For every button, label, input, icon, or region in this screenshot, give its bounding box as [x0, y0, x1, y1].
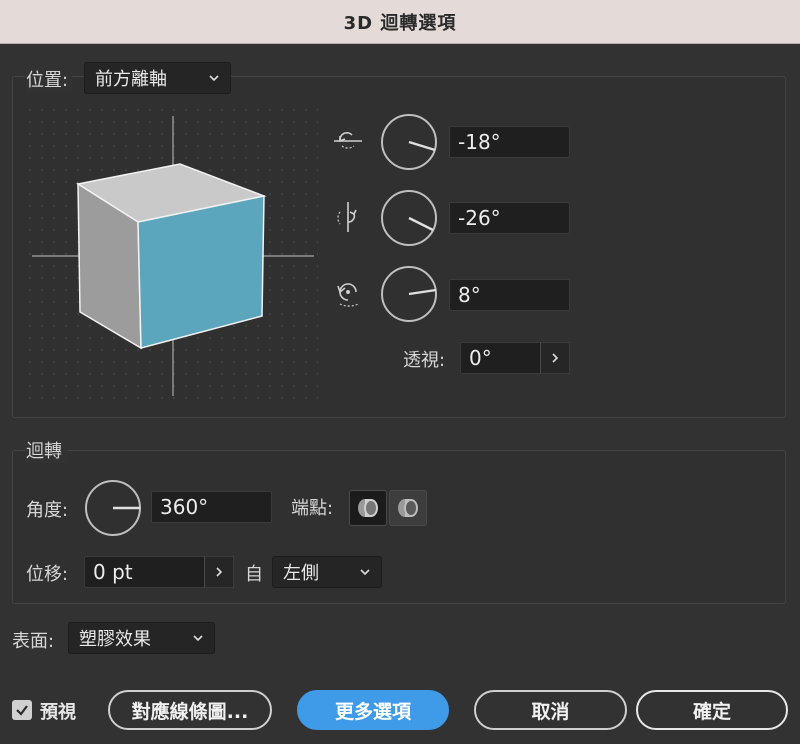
z-rotation-dial[interactable] [380, 265, 438, 323]
rotate-y-axis-icon [337, 202, 357, 232]
cap-label: 端點: [291, 498, 334, 519]
x-rotation-dial[interactable] [380, 113, 438, 171]
cap-off-icon [398, 499, 418, 517]
y-rotation-field[interactable]: -26° [449, 202, 570, 234]
rotate-x-axis-icon [334, 131, 362, 149]
chevron-down-icon [193, 635, 203, 642]
chevron-right-icon [552, 353, 559, 363]
revolve-section-label: 迴轉 [26, 437, 68, 463]
cube-track-area[interactable] [28, 108, 318, 400]
chevron-right-icon [216, 567, 223, 577]
cancel-button[interactable]: 取消 [474, 690, 627, 730]
dialog-titlebar: 3D 迴轉選項 [0, 0, 800, 44]
angle-label: 角度: [26, 500, 69, 521]
z-rotation-field[interactable]: 8° [449, 279, 570, 311]
map-art-button[interactable]: 對應線條圖... [108, 690, 272, 730]
offset-stepper-button[interactable] [204, 556, 234, 588]
perspective-label: 透視: [403, 350, 446, 371]
perspective-field[interactable]: 0° [460, 342, 542, 374]
more-options-button[interactable]: 更多選項 [297, 690, 449, 730]
from-value: 左側 [283, 563, 319, 584]
y-rotation-dial[interactable] [380, 189, 438, 247]
surface-label: 表面: [12, 631, 55, 652]
ok-button[interactable]: 確定 [636, 690, 788, 730]
preview-label[interactable]: 預視 [40, 698, 76, 724]
chevron-down-icon [209, 75, 219, 82]
cap-on-button[interactable] [349, 490, 387, 526]
offset-field[interactable]: 0 pt [84, 556, 206, 588]
surface-value: 塑膠效果 [79, 629, 151, 650]
preview-checkbox[interactable] [12, 700, 32, 720]
revolve-angle-field[interactable]: 360° [151, 491, 272, 523]
checkmark-icon [16, 705, 28, 716]
revolve-angle-dial[interactable] [84, 479, 142, 537]
dialog-title: 3D 迴轉選項 [343, 12, 457, 34]
position-preset-value: 前方離軸 [95, 69, 167, 90]
from-dropdown[interactable]: 左側 [272, 556, 382, 588]
chevron-down-icon [360, 569, 370, 576]
cap-on-icon [358, 499, 378, 517]
position-label: 位置: [26, 66, 73, 92]
position-preset-dropdown[interactable]: 前方離軸 [84, 62, 231, 94]
cap-off-button[interactable] [389, 490, 427, 526]
offset-label: 位移: [26, 564, 69, 585]
x-rotation-field[interactable]: -18° [449, 126, 570, 158]
perspective-stepper-button[interactable] [540, 342, 570, 374]
surface-dropdown[interactable]: 塑膠效果 [68, 622, 215, 654]
rotate-z-axis-icon [337, 283, 359, 307]
from-label: 自 [245, 564, 263, 585]
